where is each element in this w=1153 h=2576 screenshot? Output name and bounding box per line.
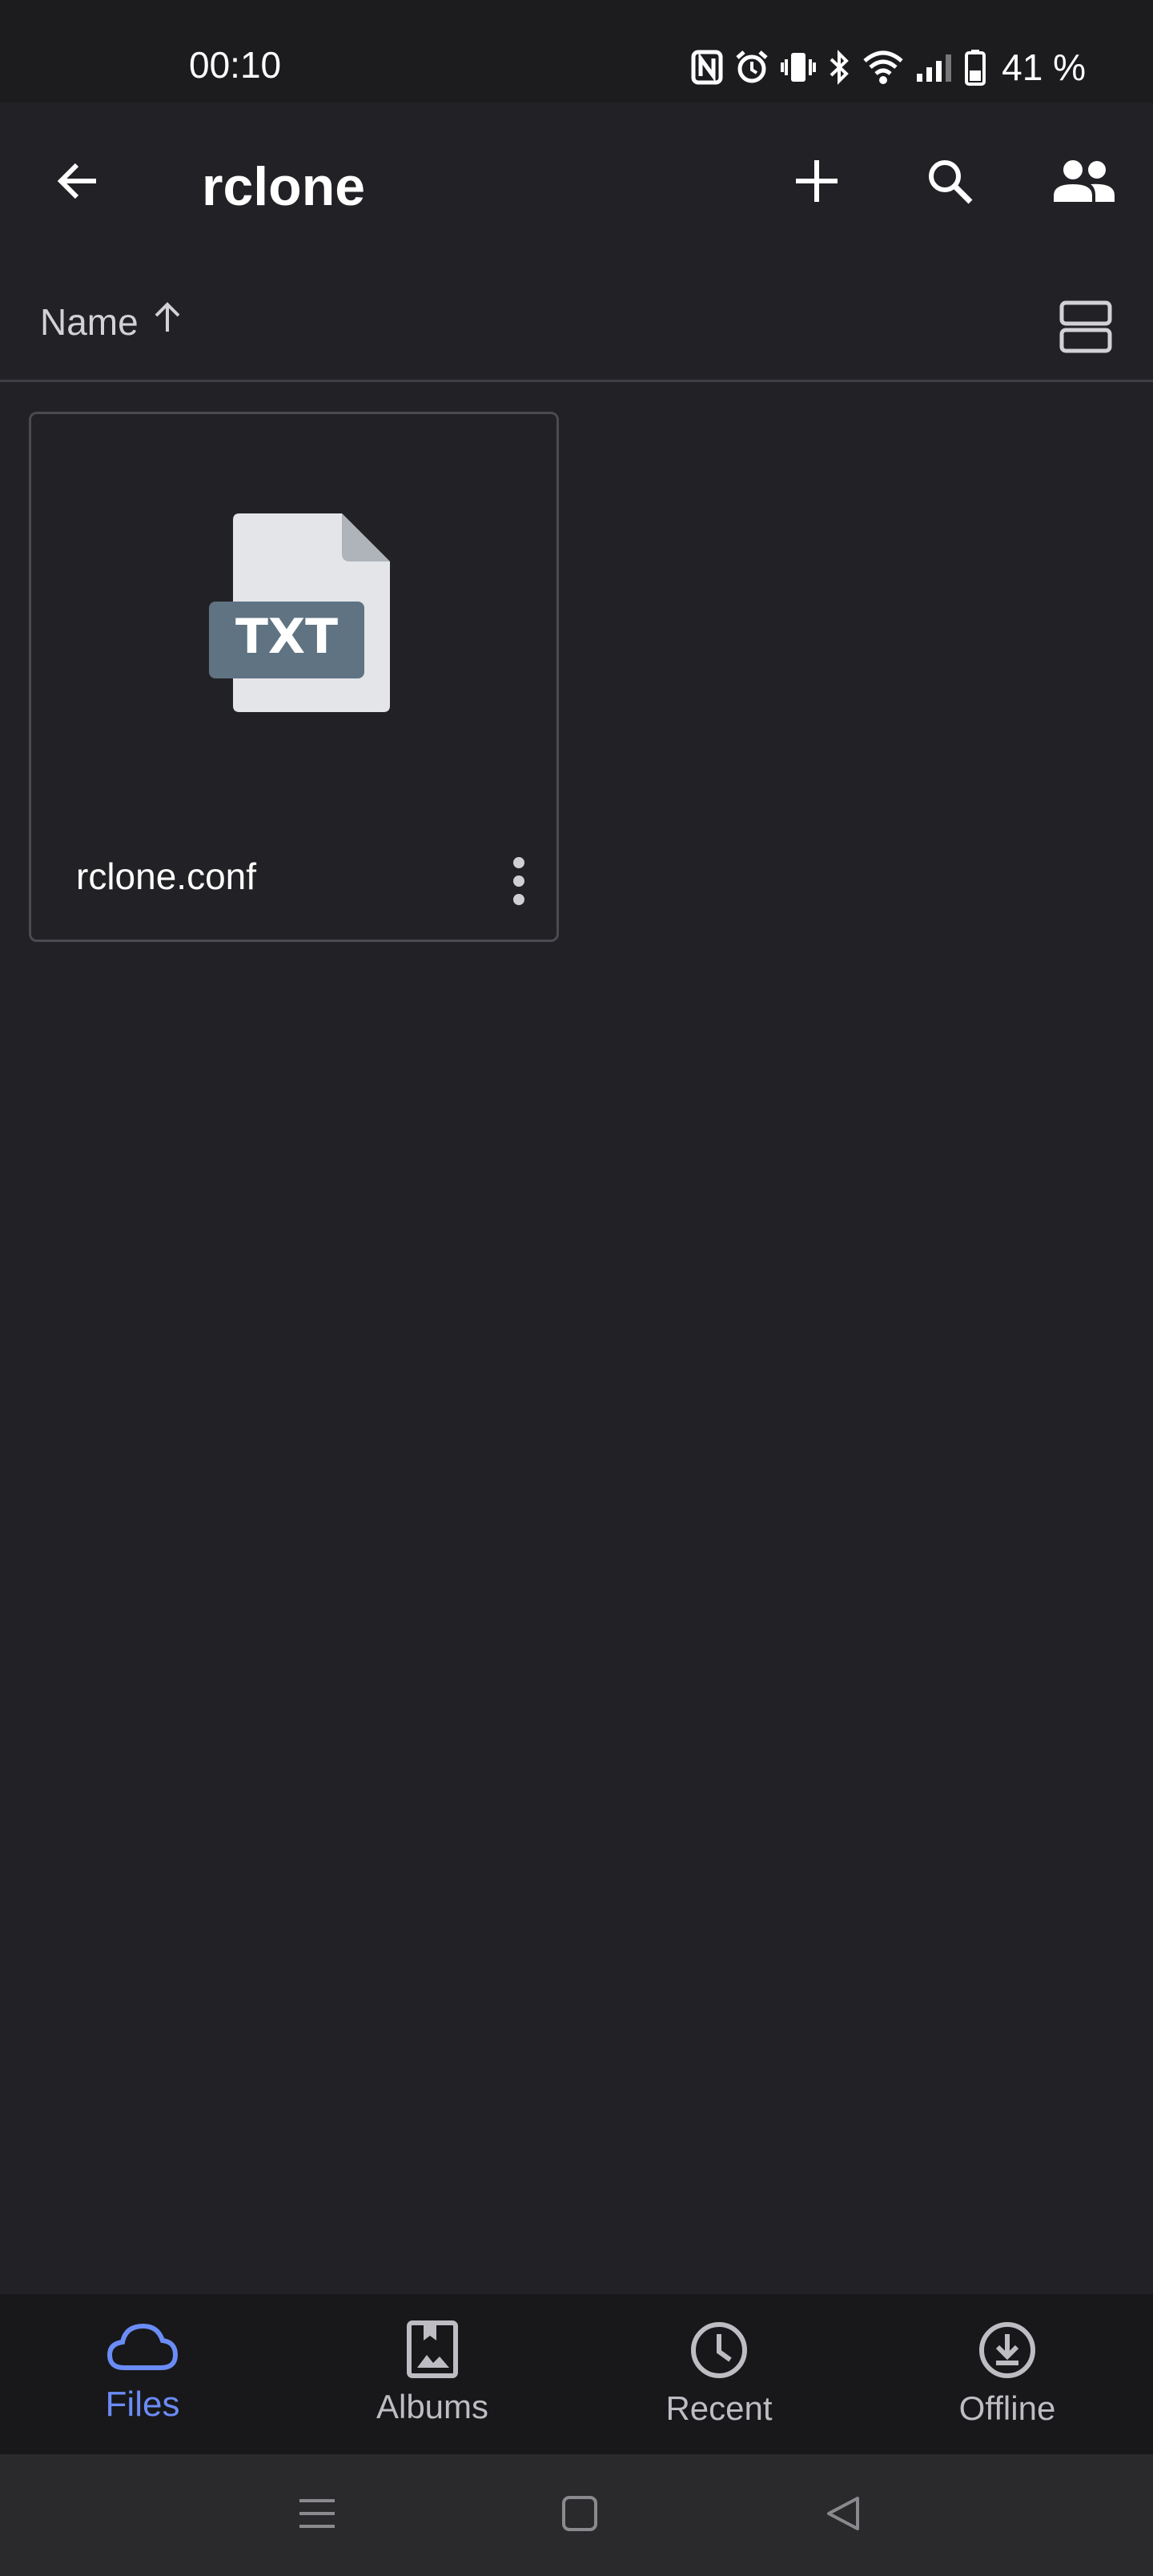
nav-albums[interactable]: Albums [312,2294,552,2454]
nav-recent-label: Recent [665,2389,773,2427]
arrow-back-icon [53,155,104,211]
sort-button[interactable]: Name [40,300,185,344]
system-back-button[interactable] [812,2483,876,2547]
system-nav [0,2454,1153,2576]
nav-recent[interactable]: Recent [599,2294,839,2454]
add-icon [793,157,841,209]
menu-icon [297,2496,337,2535]
app-bar: rclone [0,103,1153,263]
search-icon [924,155,975,211]
arrow-up-icon [150,300,185,344]
nav-files-label: Files [105,2385,180,2424]
back-triangle-icon [826,2495,862,2536]
home-button[interactable] [548,2483,612,2547]
home-icon [561,2495,598,2536]
signal-icon [915,50,954,85]
view-toggle-button[interactable] [1047,290,1124,367]
list-view-icon [1059,300,1113,358]
more-vert-icon [511,856,527,910]
file-type-badge: TXT [235,609,338,665]
recents-button[interactable] [285,2483,349,2547]
file-card[interactable]: TXT rclone.conf [29,412,559,942]
search-button[interactable] [911,144,988,221]
nav-offline-label: Offline [958,2389,1056,2427]
page-title: rclone [202,156,366,217]
bottom-nav: Files Albums Recent Offline [0,2294,1153,2454]
add-button[interactable] [778,144,855,221]
status-time: 00:10 [189,44,282,86]
battery-percent: 41 % [1002,46,1086,88]
battery-icon [965,49,986,86]
people-icon [1052,159,1116,207]
clock-icon [689,2294,749,2385]
cloud-icon [106,2294,179,2380]
download-icon [977,2294,1038,2385]
file-thumbnail: TXT [201,505,393,734]
sort-label: Name [40,300,139,343]
nav-files[interactable]: Files [22,2294,263,2454]
bluetooth-icon [827,50,851,85]
nfc-icon [691,50,723,85]
file-name: rclone.conf [76,855,257,897]
sort-row: Name [0,263,1153,382]
file-more-button[interactable] [483,831,555,935]
album-icon [404,2294,460,2383]
alarm-icon [734,50,769,85]
status-icons: 41 % [691,45,1086,90]
status-bar: 00:10 41 % [0,0,1153,103]
wifi-icon [862,50,904,85]
txt-file-icon: TXT [201,513,393,733]
vibrate-icon [781,50,817,85]
nav-offline[interactable]: Offline [887,2294,1127,2454]
nav-albums-label: Albums [376,2388,489,2425]
back-button[interactable] [40,144,117,221]
share-button[interactable] [1046,144,1123,221]
